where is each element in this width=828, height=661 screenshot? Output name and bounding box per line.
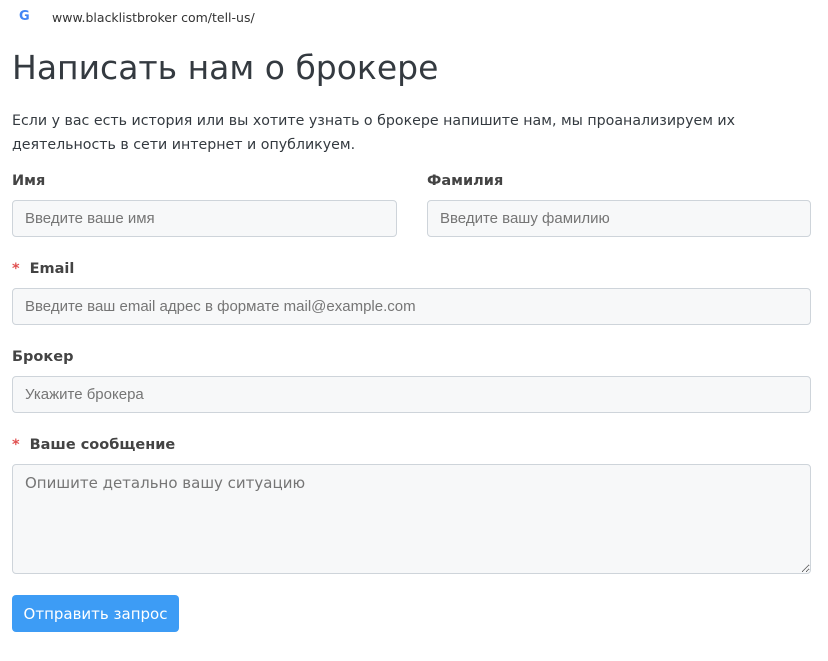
- url-text: www.blacklistbroker com/tell-us/: [52, 10, 255, 25]
- email-input[interactable]: [12, 288, 811, 325]
- first-name-label: Имя: [12, 173, 46, 189]
- message-label-text: Ваше сообщение: [29, 437, 176, 453]
- last-name-label: Фамилия: [427, 173, 504, 189]
- last-name-input[interactable]: [427, 200, 811, 237]
- message-textarea[interactable]: [12, 464, 811, 574]
- message-label: * Ваше сообщение: [12, 437, 175, 453]
- email-label-text: Email: [29, 261, 75, 277]
- broker-label: Брокер: [12, 349, 74, 365]
- google-icon: G: [19, 9, 30, 24]
- required-mark: *: [12, 437, 20, 453]
- email-label: * Email: [12, 261, 74, 277]
- page-title: Написать нам о брокере: [12, 48, 439, 87]
- broker-input[interactable]: [12, 376, 811, 413]
- page-description: Если у вас есть история или вы хотите уз…: [12, 113, 736, 153]
- required-mark: *: [12, 261, 20, 277]
- submit-button[interactable]: Отправить запрос: [12, 595, 179, 632]
- first-name-input[interactable]: [12, 200, 397, 237]
